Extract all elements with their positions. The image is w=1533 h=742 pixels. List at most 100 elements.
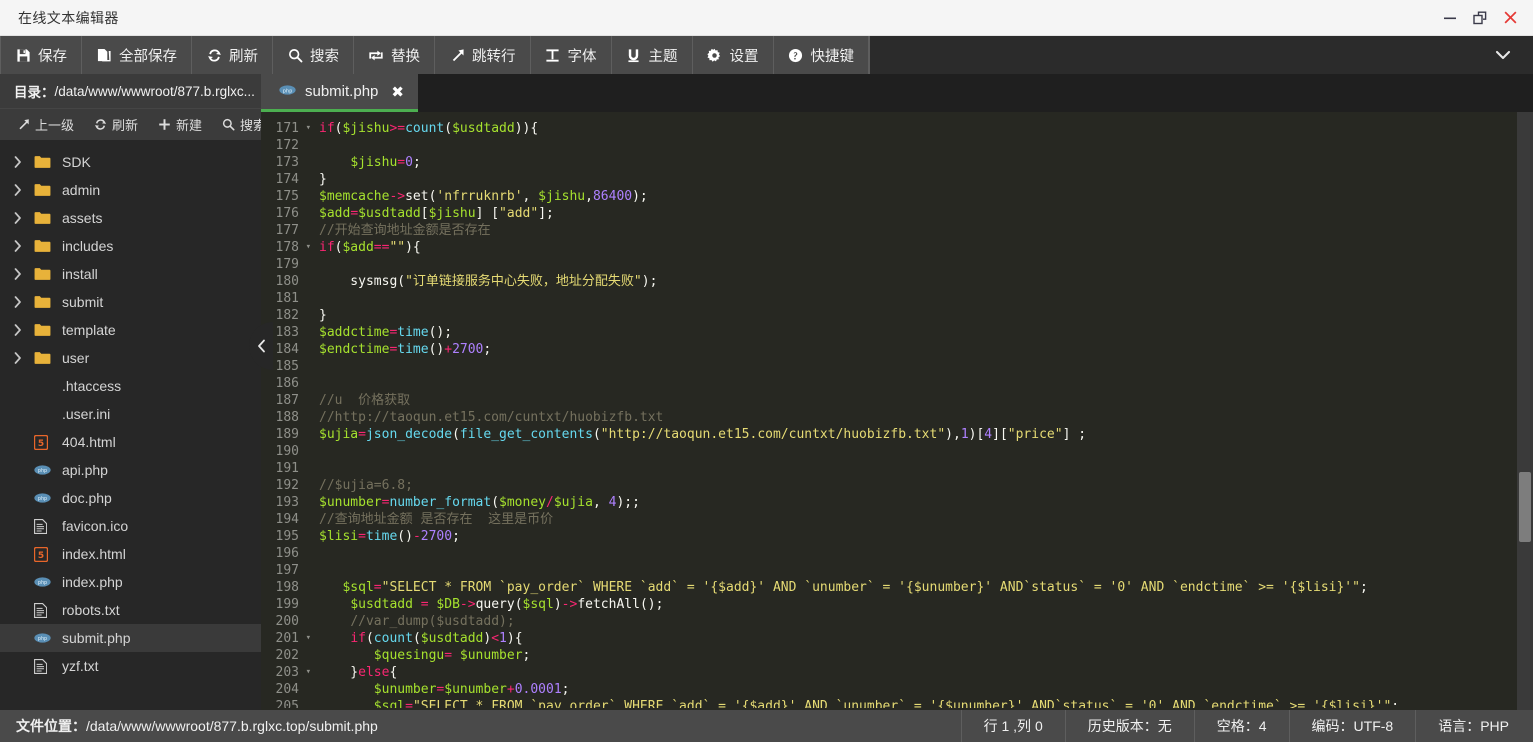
code-token [319,631,350,646]
fold-toggle-icon[interactable]: ▾ [306,630,311,647]
toolbar-button-shortcuts[interactable]: 快捷键 [774,36,870,74]
code-token: $ujia [554,495,593,510]
tree-folder-install[interactable]: install [0,260,261,288]
code-token: "add" [499,206,538,221]
search-icon [287,47,303,63]
code-line: sysmsg("订单链接服务中心失败，地址分配失败"); [319,273,1533,290]
tree-folder-template[interactable]: template [0,316,261,344]
code-token [319,597,350,612]
toolbar-button-save-all[interactable]: 全部保存 [82,36,192,74]
code-token: (); [429,325,452,340]
tree-file-yzf-txt[interactable]: yzf.txt [0,652,261,680]
toolbar-button-refresh[interactable]: 刷新 [192,36,273,74]
tree-file-index-html[interactable]: 5index.html [0,540,261,568]
tree-item-label: SDK [60,154,91,170]
sidebar-button-new[interactable]: 新建 [149,115,211,134]
maximize-icon[interactable] [1465,0,1495,36]
line-number: 200 [261,613,315,630]
sidebar-button-up-level[interactable]: 上一级 [8,115,83,134]
tree-folder-user[interactable]: user [0,344,261,372]
status-encoding: 编码：UTF-8 [1289,710,1416,742]
toolbar-button-font[interactable]: 字体 [531,36,612,74]
toolbar-label: 保存 [38,45,67,66]
code-token: ); [632,189,648,204]
line-number: 197 [261,562,315,579]
tree-item-label: doc.php [60,490,112,506]
code-line: $unumber=number_format($money/$ujia, 4);… [319,494,1533,511]
minimize-icon[interactable] [1435,0,1465,36]
code-line: //http://taoqun.et15.com/cuntxt/huobizfb… [319,409,1533,426]
code-area[interactable]: 170171▾172173174175176177178▾17918018118… [261,112,1533,710]
tree-file-robots-txt[interactable]: robots.txt [0,596,261,624]
toolbar-label: 主题 [649,45,678,66]
folder-icon [34,351,60,365]
code-token: ; [483,342,491,357]
close-icon[interactable]: ✖ [391,83,404,101]
toolbar-button-replace[interactable]: 替换 [354,36,435,74]
tree-file-index-php[interactable]: phpindex.php [0,568,261,596]
code-token: ( [444,121,452,136]
tree-file-submit-php[interactable]: phpsubmit.php [0,624,261,652]
fold-toggle-icon[interactable]: ▾ [306,120,311,137]
line-number: 180 [261,273,315,290]
code-line: if(count($usdtadd)<1){ [319,630,1533,647]
chevron-right-icon[interactable] [14,240,34,252]
tree-file-htaccess[interactable]: .htaccess [0,372,261,400]
tree-file-doc-php[interactable]: phpdoc.php [0,484,261,512]
tree-folder-submit[interactable]: submit [0,288,261,316]
close-icon[interactable] [1495,0,1525,36]
toolbar-button-goto-line[interactable]: 跳转行 [435,36,531,74]
code-token [452,648,460,663]
chevron-right-icon[interactable] [14,184,34,196]
folder-icon [34,155,60,169]
code-content[interactable]: $jishu=$memcache->get('nfrruknrb' )+1;if… [315,112,1533,710]
tree-item-label: admin [60,182,100,198]
tree-file-404-html[interactable]: 5404.html [0,428,261,456]
code-token: file_get_contents [460,427,593,442]
file-tree[interactable]: SDK admin assetsincludesinstallsubmittempl… [0,140,261,710]
editor-vertical-scrollbar[interactable] [1517,112,1533,710]
toolbar-button-settings[interactable]: 设置 [693,36,774,74]
chevron-right-icon[interactable] [14,324,34,336]
tree-folder-assets[interactable]: assets [0,204,261,232]
fold-toggle-icon[interactable]: ▾ [306,664,311,681]
chevron-down-icon[interactable] [1473,36,1533,74]
chevron-right-icon[interactable] [14,212,34,224]
line-number: 192 [261,477,315,494]
code-line: $addctime=time(); [319,324,1533,341]
tree-folder-admin[interactable]: admin [0,176,261,204]
code-token: () [397,529,413,544]
code-token: 1 [961,427,969,442]
directory-path: /data/www/wwwroot/877.b.rglxc... [55,84,255,99]
tree-file-favicon-ico[interactable]: favicon.ico [0,512,261,540]
tree-folder-sdk[interactable]: SDK [0,148,261,176]
toolbar-button-save[interactable]: 保存 [0,36,82,74]
code-token: , [585,189,593,204]
line-number: 181 [261,290,315,307]
tree-folder-includes[interactable]: includes [0,232,261,260]
scrollbar-thumb[interactable] [1519,472,1531,542]
code-token: //u 价格获取 [319,393,410,408]
chevron-right-icon[interactable] [14,156,34,168]
code-token: //开始查询地址金额是否存在 [319,223,491,238]
tree-item-label: 404.html [60,434,116,450]
fold-toggle-icon[interactable]: ▾ [306,239,311,256]
code-token: = [444,648,452,663]
chevron-right-icon[interactable] [14,296,34,308]
code-token: if [319,240,335,255]
code-token: $ujia [319,427,358,442]
file-sidebar: 目录：/data/www/wwwroot/877.b.rglxc... 上一级 … [0,74,261,710]
tree-file-api-php[interactable]: phpapi.php [0,456,261,484]
code-token: $usdtadd [421,631,484,646]
status-language: 语言：PHP [1415,710,1533,742]
sidebar-button-refresh[interactable]: 刷新 [85,115,147,134]
toolbar-button-search[interactable]: 搜索 [273,36,354,74]
code-token [319,274,342,289]
code-token: 4 [984,427,992,442]
code-line: $ujia=json_decode(file_get_contents("htt… [319,426,1533,443]
chevron-right-icon[interactable] [14,352,34,364]
chevron-right-icon[interactable] [14,268,34,280]
tree-file-user-ini[interactable]: .user.ini [0,400,261,428]
tab-submit-php[interactable]: php submit.php ✖ [261,74,418,112]
toolbar-button-theme[interactable]: 主题 [612,36,693,74]
